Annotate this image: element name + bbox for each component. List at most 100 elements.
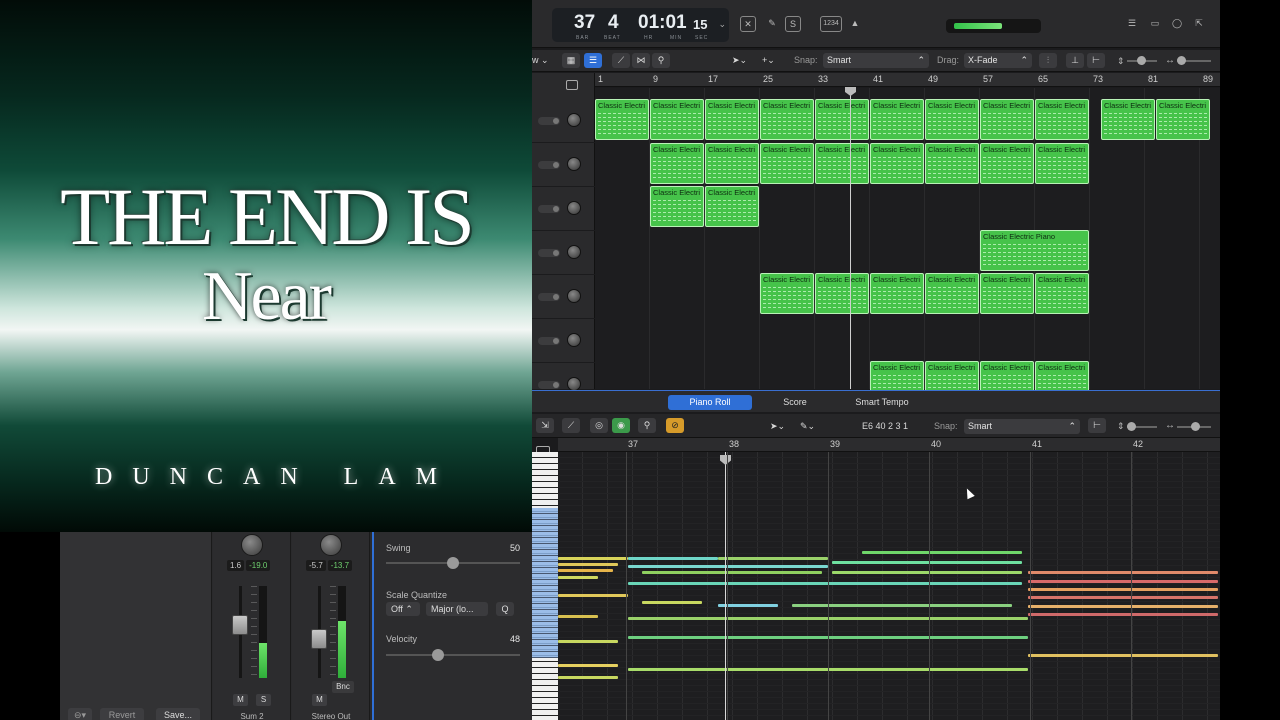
midi-region[interactable]: Classic Electri <box>760 99 814 140</box>
midi-region[interactable]: Classic Electri <box>705 99 759 140</box>
track-volume-knob[interactable] <box>567 377 581 391</box>
piano-roll-grid[interactable] <box>558 452 1220 720</box>
midi-region[interactable]: Classic Electri <box>925 99 979 140</box>
midi-note[interactable] <box>628 582 878 585</box>
track-on-toggle[interactable] <box>538 205 560 213</box>
midi-region[interactable]: Classic Electri <box>870 273 924 315</box>
pan-knob[interactable] <box>241 534 263 556</box>
midi-region[interactable]: Classic Electri <box>870 99 924 140</box>
tracks-ruler[interactable]: 1 9 17 25 33 41 49 57 65 73 81 89 <box>595 73 1220 87</box>
midi-region[interactable]: Classic Electri <box>870 142 924 184</box>
midi-note[interactable] <box>862 582 1022 585</box>
pointer-tool-icon[interactable]: ➤⌄ <box>732 55 747 66</box>
track-on-toggle[interactable] <box>538 117 560 125</box>
replace-icon[interactable]: S <box>785 16 801 32</box>
automation-icon[interactable]: ⟋ <box>612 53 630 68</box>
midi-region[interactable]: Classic Electri <box>1035 273 1089 315</box>
midi-note[interactable] <box>628 557 718 560</box>
vertical-zoom-slider[interactable] <box>1127 56 1157 65</box>
horizontal-zoom-icon[interactable]: ↔ <box>1165 420 1175 431</box>
midi-note[interactable] <box>862 551 1022 554</box>
midi-region[interactable]: Classic Electri <box>650 99 704 140</box>
vertical-zoom-icon[interactable]: ⇕ <box>1117 421 1125 432</box>
midi-note[interactable] <box>832 561 1022 564</box>
track-volume-knob[interactable] <box>567 113 581 127</box>
track-header[interactable] <box>532 275 595 319</box>
midi-note[interactable] <box>558 615 598 618</box>
piano-keyboard[interactable] <box>532 452 558 720</box>
metronome-icon[interactable]: ▲ <box>847 16 863 32</box>
midi-note[interactable] <box>558 676 618 679</box>
midi-note[interactable] <box>1028 580 1218 583</box>
midi-note[interactable] <box>558 640 618 643</box>
midi-region[interactable]: Classic Electri <box>1156 99 1210 140</box>
volume-fader-handle[interactable] <box>311 629 327 650</box>
track-volume-knob[interactable] <box>567 245 581 259</box>
catch-icon[interactable]: ⚲ <box>652 53 670 68</box>
midi-note[interactable] <box>558 664 618 667</box>
midi-region[interactable]: Classic Electri <box>925 273 979 315</box>
track-header[interactable] <box>532 143 595 187</box>
track-header[interactable] <box>532 99 595 143</box>
pan-knob[interactable] <box>320 534 342 556</box>
piano-roll-ruler[interactable]: 37 38 39 40 41 42 <box>558 438 1220 452</box>
midi-note[interactable] <box>558 576 598 579</box>
midi-region[interactable]: Classic Electri <box>705 186 759 228</box>
velocity-slider-thumb[interactable] <box>432 649 445 661</box>
midi-note[interactable] <box>558 594 628 597</box>
midi-region[interactable]: Classic Electri <box>1101 99 1155 140</box>
midi-note[interactable] <box>628 565 828 568</box>
track-volume-knob[interactable] <box>567 157 581 171</box>
midi-region[interactable]: Classic Electri <box>980 99 1034 140</box>
revert-button[interactable]: Revert <box>100 708 144 720</box>
track-header[interactable] <box>532 319 595 363</box>
pointer-tool-icon[interactable]: ➤⌄ <box>770 421 785 432</box>
horizontal-fit-icon[interactable]: ⊢ <box>1087 53 1105 68</box>
swing-slider-thumb[interactable] <box>447 557 459 569</box>
midi-note[interactable] <box>832 571 1022 574</box>
tab-smart-tempo[interactable]: Smart Tempo <box>838 395 926 410</box>
midi-region[interactable]: Classic Electri <box>1035 142 1089 184</box>
midi-region[interactable]: Classic Electri <box>760 273 814 315</box>
vertical-fit-icon[interactable]: ⊥ <box>1066 53 1084 68</box>
note-pad-icon[interactable]: ▭ <box>1147 16 1163 32</box>
settings-menu-icon[interactable]: ⊖▾ <box>68 708 92 720</box>
midi-in-icon[interactable]: ◎ <box>590 418 608 433</box>
midi-region[interactable]: Classic Electri <box>650 186 704 228</box>
save-button[interactable]: Save... <box>156 708 200 720</box>
track-on-toggle[interactable] <box>538 293 560 301</box>
midi-note[interactable] <box>1028 588 1218 591</box>
grid-view-icon[interactable]: ▦ <box>562 53 580 68</box>
loop-browser-icon[interactable]: ◯ <box>1169 16 1185 32</box>
midi-region[interactable]: Classic Electri <box>760 142 814 184</box>
midi-region[interactable]: Classic Electri <box>1035 99 1089 140</box>
playhead[interactable] <box>850 88 851 389</box>
track-volume-knob[interactable] <box>567 201 581 215</box>
bounce-button[interactable]: Bnc <box>332 681 354 693</box>
volume-fader-handle[interactable] <box>232 614 248 635</box>
midi-region[interactable]: Classic Electri <box>705 142 759 184</box>
count-in-button[interactable]: 1234 <box>820 16 842 32</box>
track-on-toggle[interactable] <box>538 161 560 169</box>
track-header[interactable] <box>532 231 595 275</box>
track-volume-knob[interactable] <box>567 289 581 303</box>
add-track-icon[interactable] <box>566 80 578 90</box>
list-view-icon[interactable]: ☰ <box>584 53 602 68</box>
flex-icon[interactable]: ⋈ <box>632 53 650 68</box>
track-on-toggle[interactable] <box>538 381 560 389</box>
midi-region[interactable]: Classic Electri <box>925 142 979 184</box>
automation-icon[interactable]: ⟋ <box>562 418 580 433</box>
midi-note[interactable] <box>1028 605 1218 608</box>
drag-select[interactable]: X-Fade ⌃ <box>964 53 1032 68</box>
horizontal-zoom-icon[interactable]: ↔ <box>1165 55 1175 66</box>
vertical-zoom-slider[interactable] <box>1127 422 1157 431</box>
tracks-area[interactable]: Classic Electri Classic Electri Classic El… <box>595 88 1220 402</box>
midi-region[interactable]: Classic Electri <box>815 99 869 140</box>
mute-button[interactable]: M <box>312 694 327 706</box>
midi-region[interactable]: Classic Electri <box>980 273 1034 315</box>
scale-quantize-off-select[interactable]: Off ⌃ <box>386 602 420 616</box>
midi-region[interactable]: Classic Electri <box>815 142 869 184</box>
piano-roll-playhead[interactable] <box>725 452 726 720</box>
solo-button[interactable]: S <box>256 694 271 706</box>
horizontal-zoom-slider[interactable] <box>1177 56 1211 65</box>
